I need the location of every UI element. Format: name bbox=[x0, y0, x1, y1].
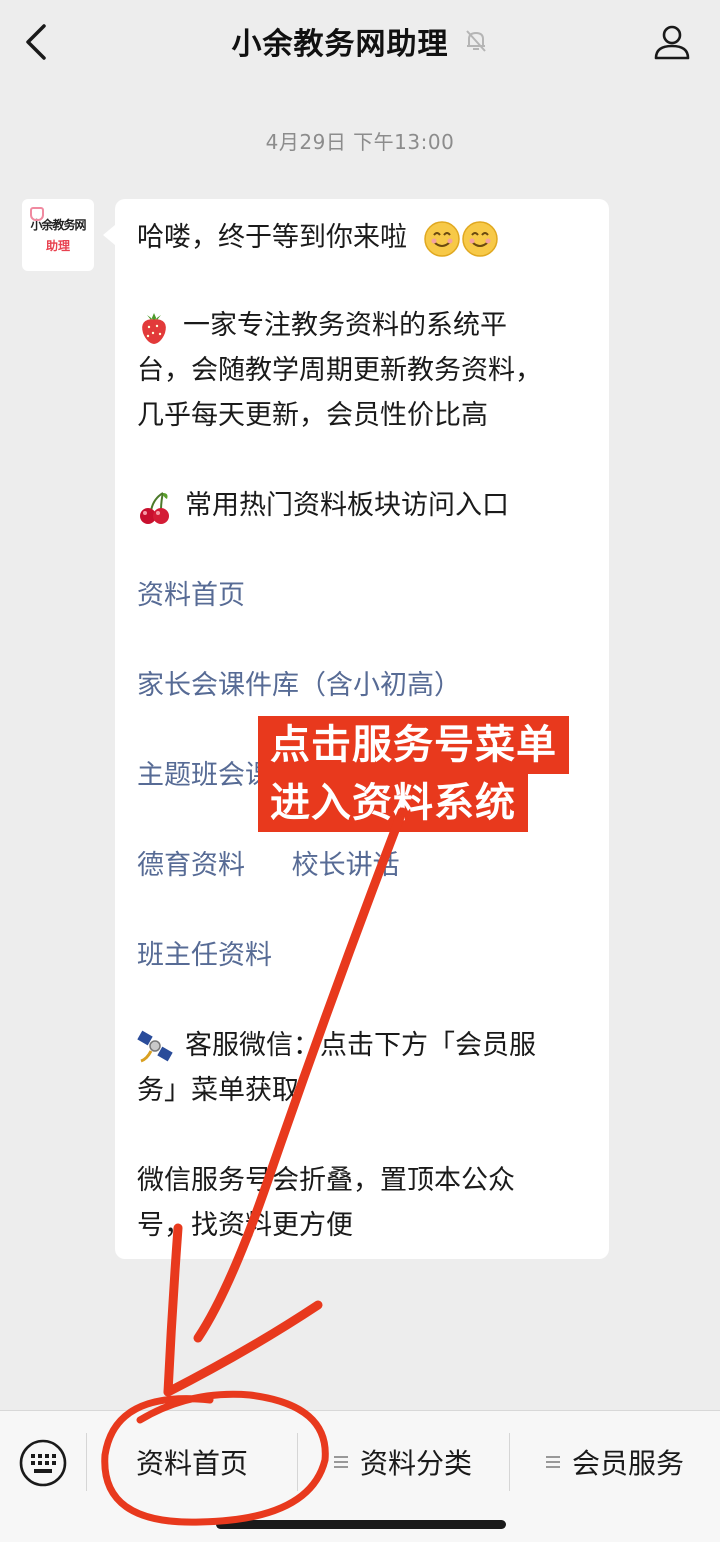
greeting-text: 哈喽，终于等到你来啦 bbox=[137, 222, 407, 253]
greeting-line: 哈喽，终于等到你来啦 bbox=[137, 215, 498, 260]
service-text-1: 客服微信：点击下方「会员服 bbox=[185, 1030, 536, 1061]
person-icon[interactable] bbox=[652, 22, 692, 62]
link-moral[interactable]: 德育资料 bbox=[137, 850, 245, 881]
intro-line-1: 一家专注教务资料的系统平 bbox=[137, 303, 507, 348]
home-indicator bbox=[216, 1520, 506, 1529]
link-principal[interactable]: 校长讲话 bbox=[292, 850, 400, 881]
menu-lines-icon bbox=[545, 1453, 560, 1471]
intro-text-1: 一家专注教务资料的系统平 bbox=[183, 310, 507, 341]
entry-heading-line: 常用热门资料板块访问入口 bbox=[137, 483, 509, 528]
menu-lines-icon bbox=[333, 1453, 348, 1471]
page-title: 小余教务网助理 bbox=[231, 27, 449, 62]
link-resource-home[interactable]: 资料首页 bbox=[137, 573, 245, 618]
pin-line-1: 微信服务号会折叠，置顶本公众 bbox=[137, 1165, 515, 1196]
service-line-2: 务」菜单获取 bbox=[137, 1075, 299, 1106]
link-parent-meeting[interactable]: 家长会课件库（含小初高） bbox=[137, 663, 461, 708]
bell-muted-icon bbox=[465, 30, 486, 52]
message-timestamp: 4月29日 下午13:00 bbox=[265, 130, 455, 154]
menu-item-resource-home[interactable]: 资料首页 bbox=[88, 1439, 296, 1485]
menu-item-member-service[interactable]: 会员服务 bbox=[510, 1439, 720, 1485]
entry-heading-text: 常用热门资料板块访问入口 bbox=[185, 490, 509, 521]
logo-mark bbox=[30, 207, 44, 221]
avatar-label-sub: 助理 bbox=[45, 239, 70, 253]
menu-item-label: 会员服务 bbox=[571, 1447, 684, 1480]
smile-emoji-icon bbox=[423, 220, 498, 257]
chevron-left-icon[interactable] bbox=[18, 22, 54, 62]
cherry-emoji-icon bbox=[140, 491, 169, 524]
satellite-emoji-icon bbox=[137, 1030, 173, 1062]
menu-item-resource-category[interactable]: 资料分类 bbox=[298, 1439, 508, 1485]
menu-divider bbox=[86, 1433, 87, 1491]
strawberry-emoji-icon bbox=[142, 312, 166, 344]
annotation-label-line2: 进入资料系统 bbox=[258, 774, 528, 832]
keyboard-icon[interactable] bbox=[18, 1438, 68, 1488]
menu-item-label: 资料分类 bbox=[359, 1447, 472, 1480]
annotation-label-line1: 点击服务号菜单 bbox=[258, 716, 569, 774]
annotation-arrow-head-icon bbox=[163, 1300, 323, 1397]
pin-line-2: 号，找资料更方便 bbox=[137, 1210, 353, 1241]
avatar[interactable]: 小余教务网 助理 bbox=[22, 199, 94, 271]
intro-line-3: 几乎每天更新，会员性价比高 bbox=[137, 400, 488, 431]
service-line-1: 客服微信：点击下方「会员服 bbox=[137, 1023, 536, 1068]
link-head-teacher[interactable]: 班主任资料 bbox=[137, 933, 272, 978]
intro-line-2: 台，会随教学周期更新教务资料， bbox=[137, 355, 542, 386]
link-row-moral-principal: 德育资料 校长讲话 bbox=[137, 843, 400, 888]
top-nav-bar: 小余教务网助理 bbox=[0, 0, 720, 82]
title-group: 小余教务网助理 bbox=[232, 19, 489, 63]
